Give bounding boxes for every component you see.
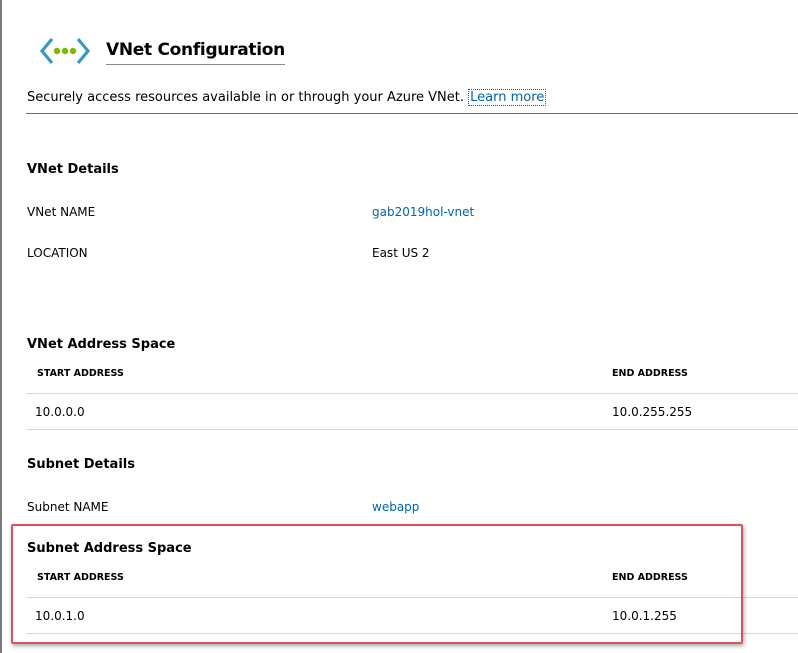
subnet-address-space-heading: Subnet Address Space [27,541,192,556]
table-divider [27,597,798,598]
vnet-configuration-page: VNet Configuration Securely access resou… [0,0,798,653]
subnet-end-address-cell: 10.0.1.255 [612,609,677,623]
table-divider [27,633,798,634]
location-label: LOCATION [27,246,88,260]
subnet-name-label: Subnet NAME [27,500,109,514]
subnet-end-address-header: END ADDRESS [612,572,688,583]
table-divider [27,429,798,430]
subnet-start-address-header: START ADDRESS [37,572,124,583]
learn-more-link[interactable]: Learn more [468,89,547,106]
vnet-details-heading: VNet Details [27,162,119,177]
subnet-start-address-cell: 10.0.1.0 [35,609,85,623]
header-divider [26,113,798,114]
vnet-end-address-cell: 10.0.255.255 [612,405,693,419]
vnet-start-address-header: START ADDRESS [37,368,124,379]
vnet-name-link[interactable]: gab2019hol-vnet [372,205,474,219]
page-description: Securely access resources available in o… [27,89,547,106]
window-left-border [0,0,2,653]
description-text: Securely access resources available in o… [27,90,464,105]
vnet-name-label: VNet NAME [27,205,96,219]
vnet-icon [40,37,90,65]
subnet-name-link[interactable]: webapp [372,500,419,514]
location-value: East US 2 [372,246,430,260]
page-title: VNet Configuration [106,40,285,65]
vnet-end-address-header: END ADDRESS [612,368,688,379]
vnet-address-space-heading: VNet Address Space [27,337,176,352]
table-divider [27,393,798,394]
subnet-details-heading: Subnet Details [27,457,135,472]
vnet-start-address-cell: 10.0.0.0 [35,405,85,419]
